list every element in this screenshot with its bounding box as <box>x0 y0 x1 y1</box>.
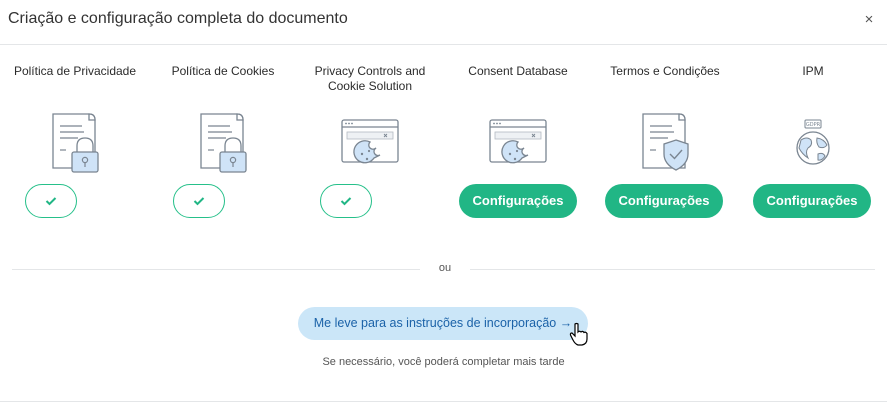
dialog-title: Criação e configuração completa do docum… <box>8 10 348 27</box>
product-label: IPM <box>802 64 824 78</box>
product-label: Termos e Condições <box>610 64 720 78</box>
product-label: Política de Cookies <box>171 64 275 78</box>
product-list: Política de Privacidade Política de Cook… <box>0 64 887 224</box>
dialog-header: Criação e configuração completa do docum… <box>0 0 887 45</box>
privacy-policy-done-button[interactable] <box>25 184 77 218</box>
embed-instructions-button[interactable]: Me leve para as instruções de incorporaç… <box>298 307 588 340</box>
browser-cookie-icon <box>341 119 399 164</box>
later-note: Se necessário, você poderá completar mai… <box>322 356 565 368</box>
document-shield-icon <box>642 113 689 171</box>
separator-text: ou <box>438 262 452 274</box>
document-lock-icon <box>200 113 247 173</box>
gdpr-globe-icon: GDPR <box>796 119 830 165</box>
check-icon <box>45 197 57 206</box>
product-cookie-policy: Política de Cookies <box>148 64 298 218</box>
browser-cookie-icon <box>489 119 547 164</box>
product-terms-conditions: Termos e Condições Configurações <box>590 64 740 218</box>
gdpr-tag-text: GDPR <box>806 122 821 128</box>
terms-config-button[interactable]: Configurações <box>605 184 723 218</box>
cookie-policy-done-button[interactable] <box>173 184 225 218</box>
separator-line-left <box>12 269 420 270</box>
check-icon <box>193 197 205 206</box>
product-privacy-policy: Política de Privacidade <box>0 64 150 218</box>
separator-line-right <box>470 269 875 270</box>
product-consent-database: Consent Database Configurações <box>443 64 593 218</box>
product-privacy-controls: Privacy Controls and Cookie Solution <box>295 64 445 218</box>
product-label: Privacy Controls and Cookie Solution <box>314 64 426 93</box>
consent-database-config-button[interactable]: Configurações <box>459 184 577 218</box>
check-icon <box>340 197 352 206</box>
product-label: Consent Database <box>468 64 568 78</box>
product-label: Política de Privacidade <box>13 64 137 78</box>
document-lock-icon <box>52 113 99 173</box>
product-ipm: IPM GDPR Configurações <box>738 64 887 218</box>
close-icon[interactable]: × <box>861 12 877 28</box>
dialog-footer-divider <box>0 401 887 402</box>
hand-cursor-icon <box>569 322 588 346</box>
ipm-config-button[interactable]: Configurações <box>753 184 871 218</box>
privacy-controls-done-button[interactable] <box>320 184 372 218</box>
